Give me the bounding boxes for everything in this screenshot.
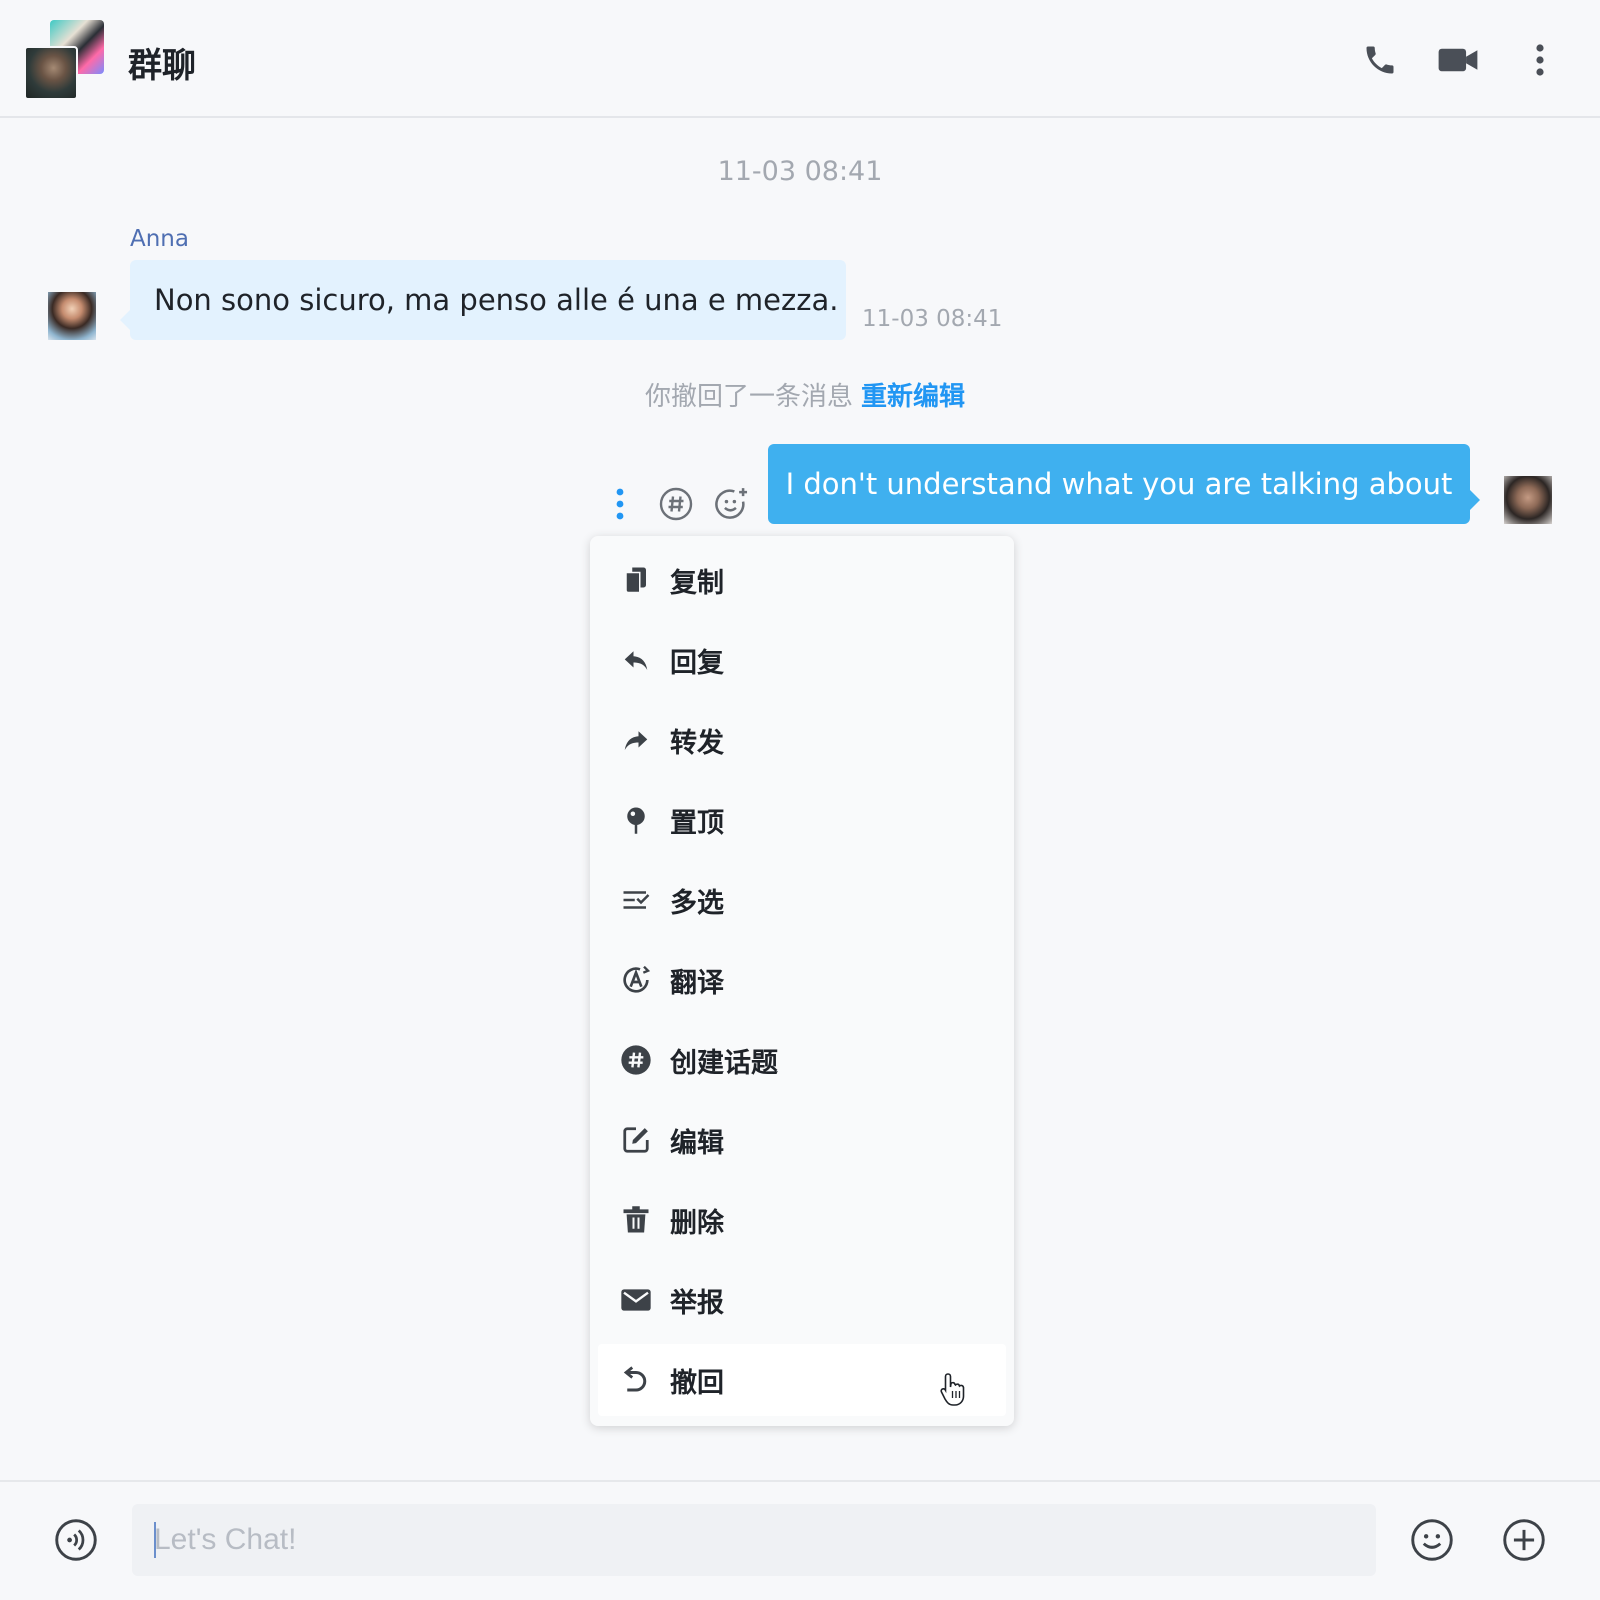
- message-more-button[interactable]: [598, 482, 642, 526]
- message-input[interactable]: [132, 1504, 1376, 1576]
- emoji-button[interactable]: [1410, 1518, 1454, 1562]
- create-topic-button[interactable]: [654, 482, 698, 526]
- menu-item-copy[interactable]: 复制: [598, 544, 1006, 616]
- chat-title: 群聊: [128, 46, 196, 86]
- sender-name[interactable]: Anna: [130, 226, 189, 252]
- add-reaction-button[interactable]: [710, 482, 754, 526]
- add-emoji-icon: [715, 488, 748, 519]
- menu-item-translate[interactable]: 翻译: [598, 944, 1006, 1016]
- outgoing-message-bubble[interactable]: I don't understand what you are talking …: [768, 444, 1480, 524]
- translate-icon: [618, 962, 654, 998]
- emoji-icon: [1411, 1519, 1453, 1561]
- my-avatar[interactable]: [1504, 476, 1552, 524]
- recall-icon: [618, 1362, 654, 1398]
- menu-item-label: 转发: [670, 727, 724, 759]
- text-caret: [154, 1522, 156, 1558]
- video-call-button[interactable]: [1436, 38, 1480, 82]
- recall-notice: 你撤回了一条消息 重新编辑: [0, 376, 1600, 413]
- menu-item-multi-select[interactable]: 多选: [598, 864, 1006, 936]
- reply-icon: [618, 642, 654, 678]
- menu-item-label: 回复: [670, 647, 724, 679]
- video-camera-icon: [1438, 48, 1478, 72]
- menu-item-delete[interactable]: 删除: [598, 1184, 1006, 1256]
- menu-item-reply[interactable]: 回复: [598, 624, 1006, 696]
- hand-pointer-cursor: [940, 1372, 972, 1412]
- re-edit-link[interactable]: 重新编辑: [861, 382, 965, 412]
- chat-header: 群聊: [0, 0, 1600, 118]
- edit-icon: [618, 1122, 654, 1158]
- more-options-button[interactable]: [1518, 38, 1562, 82]
- menu-item-edit[interactable]: 编辑: [598, 1104, 1006, 1176]
- voice-icon: [55, 1519, 97, 1561]
- report-icon: [618, 1282, 654, 1318]
- delete-icon: [618, 1202, 654, 1238]
- menu-item-label: 创建话题: [670, 1047, 778, 1079]
- menu-item-label: 置顶: [670, 807, 724, 839]
- phone-icon: [1366, 46, 1394, 74]
- plus-circle-icon: [1503, 1519, 1545, 1561]
- menu-item-create-topic[interactable]: 创建话题: [598, 1024, 1006, 1096]
- message-time: 11-03 08:41: [862, 306, 1003, 332]
- member-avatar: [24, 46, 78, 100]
- menu-item-label: 翻译: [670, 967, 724, 999]
- menu-item-pin[interactable]: 置顶: [598, 784, 1006, 856]
- sender-avatar[interactable]: [48, 292, 96, 340]
- menu-item-forward[interactable]: 转发: [598, 704, 1006, 776]
- more-attachments-button[interactable]: [1502, 1518, 1546, 1562]
- more-vertical-icon: [1536, 44, 1544, 76]
- message-timestamp: 11-03 08:41: [717, 156, 883, 187]
- copy-icon: [618, 562, 654, 598]
- menu-item-label: 举报: [670, 1287, 724, 1319]
- menu-item-report[interactable]: 举报: [598, 1264, 1006, 1336]
- menu-item-label: 删除: [670, 1207, 724, 1239]
- forward-icon: [618, 722, 654, 758]
- menu-item-label: 复制: [670, 567, 724, 599]
- multi-select-icon: [618, 882, 654, 918]
- hashtag-circle-icon: [659, 487, 693, 521]
- recall-notice-text: 你撤回了一条消息: [644, 382, 853, 412]
- menu-item-label: 编辑: [670, 1127, 724, 1159]
- message-context-menu: 复制 回复 转发 置顶 多选 翻译 创建话题 编辑 删除 举报 撤回: [590, 536, 1014, 1426]
- incoming-message-bubble[interactable]: Non sono sicuro, ma penso alle é una e m…: [120, 260, 846, 340]
- group-avatar[interactable]: [24, 20, 104, 100]
- voice-call-button[interactable]: [1358, 38, 1402, 82]
- voice-input-button[interactable]: [54, 1518, 98, 1562]
- topic-icon: [618, 1042, 654, 1078]
- pin-icon: [618, 802, 654, 838]
- menu-item-label: 撤回: [670, 1367, 724, 1399]
- menu-item-label: 多选: [670, 887, 724, 919]
- more-vertical-icon: [616, 488, 624, 520]
